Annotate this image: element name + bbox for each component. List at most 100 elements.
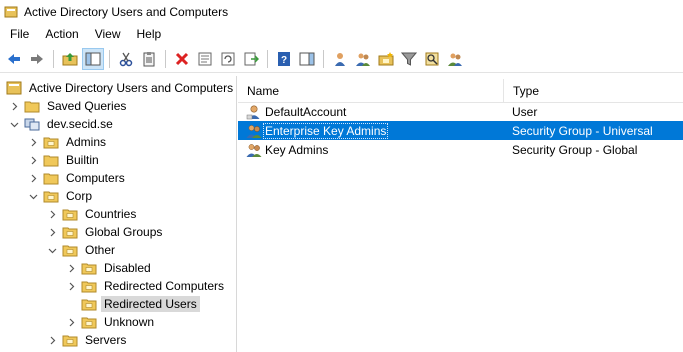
tree-item-unknown[interactable]: Unknown	[65, 313, 157, 331]
chevron-down-icon[interactable]	[8, 115, 20, 133]
new-ou-button[interactable]	[375, 48, 397, 70]
tree-item-global-groups[interactable]: Global Groups	[46, 223, 165, 241]
tree-item-redirected-computers[interactable]: Redirected Computers	[65, 277, 227, 295]
organizational-unit-icon	[62, 209, 78, 221]
chevron-right-icon[interactable]	[8, 97, 20, 115]
tree-root[interactable]: Active Directory Users and Computers [	[2, 79, 236, 97]
toolbar-separator	[53, 49, 54, 68]
up-folder-icon	[62, 52, 78, 65]
clipboard-icon	[143, 51, 155, 66]
tree-item-computers[interactable]: Computers	[27, 169, 128, 187]
tree-item-admins[interactable]: Admins	[27, 133, 109, 151]
tree-item-label: Unknown	[104, 315, 155, 329]
cell-type: User	[512, 104, 538, 119]
new-ou-icon	[378, 51, 394, 65]
forward-button[interactable]	[26, 48, 48, 70]
chevron-right-icon[interactable]	[27, 151, 39, 169]
cut-icon	[119, 52, 133, 66]
organizational-unit-icon	[62, 245, 78, 257]
organizational-unit-icon	[81, 299, 97, 311]
toolbar-separator	[323, 49, 324, 68]
chevron-right-icon[interactable]	[65, 259, 77, 277]
show-action-pane-button[interactable]	[296, 48, 318, 70]
toolbar-separator	[109, 49, 110, 68]
filter-button[interactable]	[398, 48, 420, 70]
cell-name: Enterprise Key Admins	[238, 122, 504, 139]
filter-icon	[401, 52, 417, 66]
tree-item-other[interactable]: Other	[46, 241, 118, 259]
organizational-unit-icon	[62, 335, 78, 347]
chevron-down-icon[interactable]	[46, 241, 58, 259]
window-title: Active Directory Users and Computers	[24, 5, 229, 19]
chevron-right-icon[interactable]	[46, 205, 58, 223]
back-arrow-icon	[8, 53, 20, 64]
tree-item-label: Saved Queries	[47, 99, 127, 113]
title-bar: Active Directory Users and Computers	[0, 0, 683, 24]
ad-users-computers-icon	[6, 81, 22, 95]
tree-item-label: dev.secid.se	[47, 117, 113, 131]
cell-name: DefaultAccount	[238, 104, 504, 120]
find-icon	[425, 52, 439, 65]
chevron-right-icon[interactable]	[27, 169, 39, 187]
forward-arrow-icon	[31, 53, 43, 64]
chevron-right-icon[interactable]	[65, 277, 77, 295]
new-user-icon	[335, 52, 345, 66]
cut-button[interactable]	[115, 48, 137, 70]
tree-item-dev-secid-se[interactable]: dev.secid.se	[8, 115, 116, 133]
tree-item-label: Disabled	[104, 261, 151, 275]
list-header: Name Type	[238, 79, 683, 103]
list-row-key-admins[interactable]: Key Admins Security Group - Global	[238, 140, 683, 159]
cell-type: Security Group - Global	[512, 142, 638, 157]
add-to-group-button[interactable]	[444, 48, 466, 70]
tree-item-saved-queries[interactable]: Saved Queries	[8, 97, 129, 115]
export-list-button[interactable]	[240, 48, 262, 70]
list-row-enterprise-key-admins[interactable]: Enterprise Key Admins Security Group - Un…	[238, 121, 683, 140]
properties-button[interactable]	[194, 48, 216, 70]
chevron-right-icon[interactable]	[27, 133, 39, 151]
find-button[interactable]	[421, 48, 443, 70]
group-icon	[246, 143, 262, 157]
menu-view[interactable]: View	[87, 24, 129, 44]
tree-item-servers[interactable]: Servers	[46, 331, 129, 349]
chevron-right-icon[interactable]	[46, 331, 58, 349]
tree-item-corp[interactable]: Corp	[27, 187, 95, 205]
refresh-icon	[221, 52, 235, 65]
tree-item-label: Global Groups	[85, 225, 163, 239]
show-hide-console-tree-button[interactable]	[82, 47, 104, 70]
menu-help[interactable]: Help	[129, 24, 170, 44]
delete-icon	[175, 52, 189, 65]
organizational-unit-icon	[81, 263, 97, 275]
cell-type: Security Group - Universal	[512, 123, 653, 138]
tree-item-countries[interactable]: Countries	[46, 205, 139, 223]
tree-item-disabled[interactable]: Disabled	[65, 259, 154, 277]
chevron-right-icon[interactable]	[65, 313, 77, 331]
console-tree[interactable]: Active Directory Users and Computers [ S…	[0, 76, 237, 352]
organizational-unit-icon	[81, 317, 97, 329]
tree-item-label: Computers	[66, 171, 125, 185]
tree-item-label: Servers	[85, 333, 127, 347]
help-button[interactable]: ?	[273, 48, 295, 70]
delete-button[interactable]	[171, 48, 193, 70]
list-row-defaultaccount[interactable]: DefaultAccount User	[238, 102, 683, 121]
organizational-unit-icon	[43, 137, 59, 149]
new-user-button[interactable]	[329, 48, 351, 70]
tree-item-label: Redirected Computers	[104, 279, 225, 293]
menu-file[interactable]: File	[2, 24, 37, 44]
up-one-level-button[interactable]	[59, 48, 81, 70]
column-header-name[interactable]: Name	[238, 79, 504, 103]
column-header-type[interactable]: Type	[504, 79, 683, 103]
tree-item-redirected-users[interactable]: Redirected Users	[65, 295, 200, 313]
details-list[interactable]: Name Type DefaultAccount User Enterprise K…	[238, 76, 683, 352]
chevron-right-icon[interactable]	[46, 223, 58, 241]
refresh-button[interactable]	[217, 48, 239, 70]
menu-action[interactable]: Action	[37, 24, 86, 44]
copy-button[interactable]	[138, 48, 160, 70]
chevron-down-icon[interactable]	[27, 187, 39, 205]
new-group-button[interactable]	[352, 48, 374, 70]
properties-icon	[198, 52, 212, 65]
organizational-unit-icon	[62, 227, 78, 239]
back-button[interactable]	[3, 48, 25, 70]
folder-icon	[24, 101, 40, 113]
tree-item-builtin[interactable]: Builtin	[27, 151, 102, 169]
folder-icon	[43, 155, 59, 167]
